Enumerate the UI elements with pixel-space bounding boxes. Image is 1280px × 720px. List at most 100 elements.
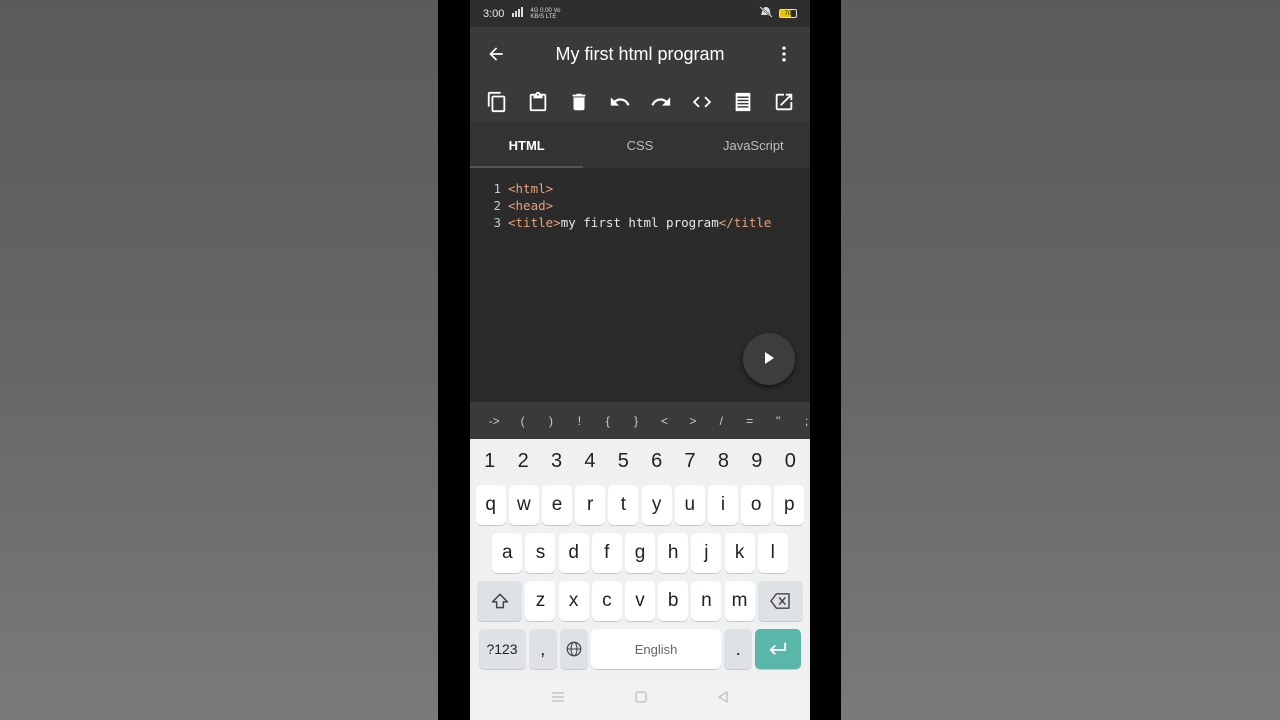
key-number[interactable]: 5 [607,443,640,479]
key-number[interactable]: 0 [774,443,807,479]
enter-key[interactable] [755,629,802,669]
key-letter[interactable]: l [757,533,788,573]
key-letter[interactable]: u [674,485,705,525]
space-key[interactable]: English [591,629,722,669]
key-letter[interactable]: e [542,485,573,525]
period-key[interactable]: . [724,629,753,669]
back-nav-icon[interactable] [717,690,729,708]
document-icon[interactable] [731,90,755,114]
tab-css[interactable]: CSS [583,122,696,168]
symbol-key[interactable]: ( [508,414,536,428]
symbol-key[interactable]: -> [480,414,508,428]
key-number[interactable]: 6 [640,443,673,479]
delete-icon[interactable] [567,90,591,114]
code-icon[interactable] [690,90,714,114]
background-right [841,0,1280,720]
key-letter[interactable]: h [658,533,689,573]
symbol-key[interactable]: { [594,414,622,428]
key-letter[interactable]: z [525,581,556,621]
redo-icon[interactable] [649,90,673,114]
line-number: 1 [493,181,501,196]
play-icon [762,351,776,368]
code-tag: <title> [508,215,561,230]
key-letter[interactable]: q [475,485,506,525]
key-number[interactable]: 4 [573,443,606,479]
backspace-icon [770,593,790,609]
code-editor[interactable]: 1 <html> 2 <head> 3 <title> my first htm… [470,168,810,402]
soft-keyboard: 1 2 3 4 5 6 7 8 9 0 q w e r t y u i o p … [470,439,810,680]
key-letter[interactable]: s [525,533,556,573]
symbol-key[interactable]: < [650,414,678,428]
key-number[interactable]: 3 [540,443,573,479]
key-letter[interactable]: v [625,581,655,621]
code-text: my first html program [560,215,719,230]
tab-javascript[interactable]: JavaScript [697,122,810,168]
language-tabs: HTML CSS JavaScript [470,122,810,168]
menu-icon[interactable] [551,690,565,708]
key-letter[interactable]: x [558,581,589,621]
paste-icon[interactable] [526,90,550,114]
system-nav-bar [470,678,810,720]
code-line: 1 <html> [470,180,810,197]
symbol-key[interactable]: ; [792,414,810,428]
letter-row-2: a s d f g h j k l [473,533,807,573]
code-tag-close: </title [718,215,772,230]
tab-html[interactable]: HTML [470,122,583,168]
line-number: 3 [493,215,501,230]
symbol-key[interactable]: / [707,414,735,428]
key-letter[interactable]: w [508,485,539,525]
letter-row-3: z x c v b n m [473,581,807,621]
key-letter[interactable]: c [591,581,622,621]
language-key[interactable] [559,629,588,669]
key-letter[interactable]: t [608,485,639,525]
key-letter[interactable]: d [558,533,589,573]
key-letter[interactable]: b [658,581,689,621]
globe-icon [566,641,582,657]
number-row: 1 2 3 4 5 6 7 8 9 0 [473,443,807,479]
key-letter[interactable]: i [707,485,738,525]
undo-icon[interactable] [608,90,632,114]
open-external-icon[interactable] [772,90,796,114]
key-letter[interactable]: p [774,485,805,525]
symbol-key[interactable]: " [764,414,792,428]
symbol-key[interactable]: } [622,414,650,428]
key-letter[interactable]: o [741,485,772,525]
code-tag: <head> [508,198,554,213]
enter-icon [769,642,787,656]
comma-key[interactable]: , [528,629,557,669]
symbol-key[interactable]: > [679,414,707,428]
symbols-toggle-key[interactable]: ?123 [478,629,526,669]
back-arrow-icon[interactable] [484,42,508,66]
more-options-icon[interactable] [772,42,796,66]
signal-icon [512,7,526,20]
symbol-bar: -> ( ) ! { } < > / = " ; [470,402,810,439]
key-letter[interactable]: y [641,485,672,525]
key-letter[interactable]: f [591,533,622,573]
shift-key[interactable] [477,581,523,621]
key-number[interactable]: 7 [673,443,706,479]
key-number[interactable]: 9 [740,443,773,479]
key-letter[interactable]: r [575,485,606,525]
symbol-key[interactable]: = [736,414,764,428]
status-bar: 3:00 4G 0.00 Vo KB/S LTE 70 [470,0,810,27]
symbol-key[interactable]: ) [537,414,565,428]
run-button[interactable] [743,333,795,385]
key-letter[interactable]: n [691,581,722,621]
battery-icon: 70 [779,9,797,18]
key-letter[interactable]: j [691,533,722,573]
key-letter[interactable]: m [724,581,755,621]
symbol-key[interactable]: ! [565,414,593,428]
shift-icon [491,593,508,609]
key-letter[interactable]: k [724,533,755,573]
copy-icon[interactable] [485,90,509,114]
key-letter[interactable]: a [492,533,523,573]
background-left [0,0,438,720]
key-number[interactable]: 2 [506,443,539,479]
key-letter[interactable]: g [625,533,655,573]
backspace-key[interactable] [757,581,803,621]
page-title: My first html program [555,43,725,64]
key-number[interactable]: 8 [707,443,740,479]
key-number[interactable]: 1 [473,443,506,479]
home-icon[interactable] [635,690,647,708]
status-time: 3:00 [483,7,505,20]
